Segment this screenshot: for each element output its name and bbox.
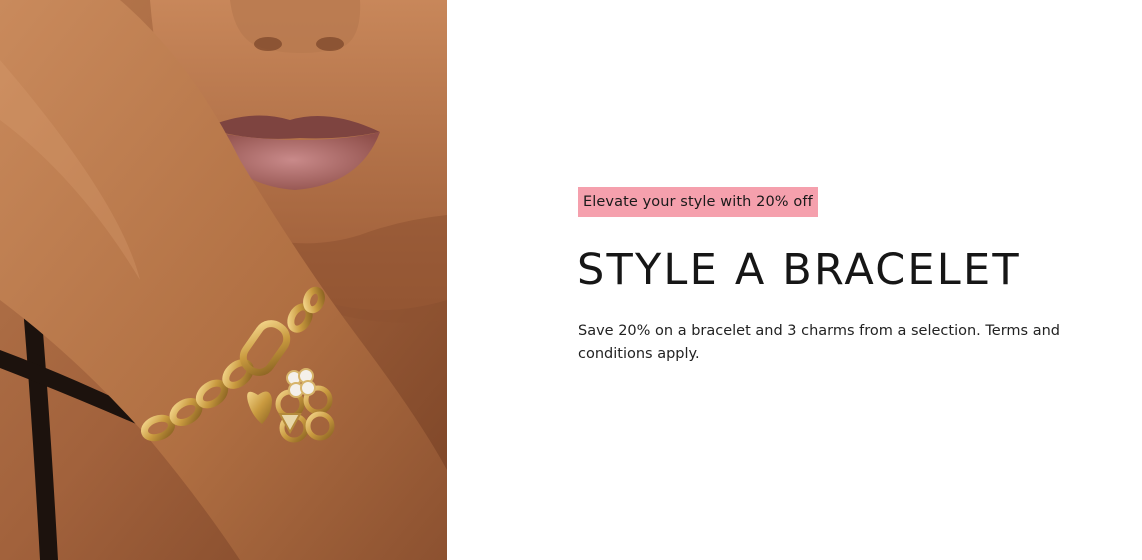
promo-description: Save 20% on a bracelet and 3 charms from… bbox=[578, 323, 1060, 362]
page-title: STYLE A BRACELET bbox=[577, 245, 1021, 295]
discount-badge: Elevate your style with 20% off bbox=[578, 187, 818, 217]
promo-banner: Elevate your style with 20% off STYLE A … bbox=[0, 0, 1142, 560]
promo-content: Elevate your style with 20% off STYLE A … bbox=[447, 0, 1142, 560]
hero-image bbox=[0, 0, 447, 560]
